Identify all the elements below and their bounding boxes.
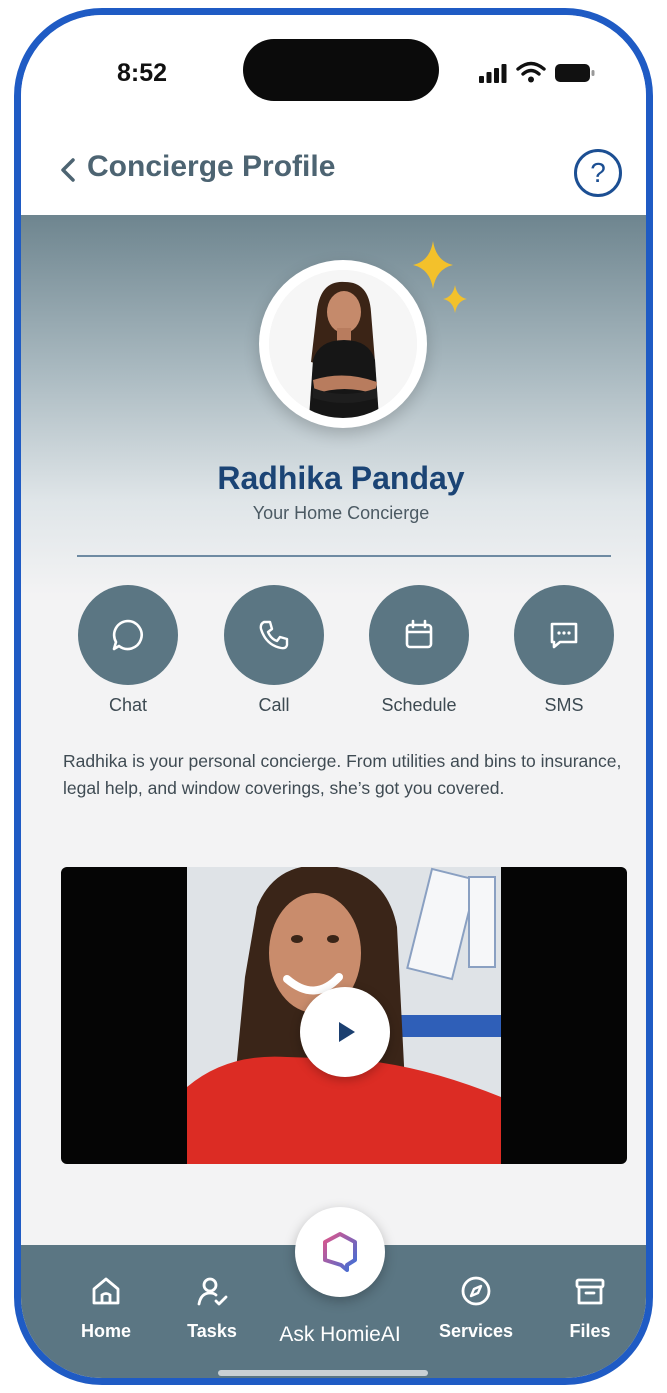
divider [77,555,611,557]
concierge-role: Your Home Concierge [252,503,430,523]
ask-homieai-button[interactable] [295,1207,385,1297]
compass-icon [461,1276,491,1306]
phone-icon [259,620,289,650]
phone-frame: 8:52 Concierge Profile ? Radhika Panday … [14,8,653,1385]
sparkle-icon [413,241,453,289]
signal-icon [479,64,507,83]
profile-hero: Radhika Panday Your Home Concierge [21,215,646,595]
contact-actions: Chat Call Schedule SMS [21,585,646,725]
intro-video[interactable] [61,867,627,1164]
status-time: 8:52 [117,59,168,87]
chat-button[interactable]: Chat [77,585,179,716]
page-title: Concierge Profile [87,150,336,183]
schedule-label: Schedule [381,695,457,715]
tab-home-label: Home [80,1321,131,1341]
avatar [269,270,417,418]
nav-header: Concierge Profile ? [21,125,646,215]
tab-files-label: Files [569,1321,611,1341]
status-bar: 8:52 [21,15,646,125]
calendar-icon [405,619,433,649]
ask-homieai-label: Ask HomieAI [279,1323,401,1346]
tab-services[interactable]: Services [431,1271,521,1342]
concierge-description: Radhika is your personal concierge. From… [63,751,622,798]
archive-icon [575,1278,605,1305]
call-label: Call [258,695,290,715]
tab-services-label: Services [438,1321,514,1341]
tab-tasks-label: Tasks [187,1321,237,1341]
tab-bar: Home Tasks Ask HomieAI Services Files [21,1207,646,1378]
tab-tasks[interactable]: Tasks [167,1271,257,1342]
concierge-name: Radhika Panday [217,460,465,496]
message-icon [550,622,578,649]
avatar-ring [259,260,427,428]
call-button[interactable]: Call [223,585,325,716]
wifi-icon [516,61,546,83]
chat-bubble-icon [112,619,143,651]
battery-icon [555,64,595,82]
homieai-logo [323,1232,357,1272]
sms-button[interactable]: SMS [513,585,615,716]
home-icon [92,1277,120,1305]
dynamic-island [243,39,439,101]
tasks-icon [197,1277,228,1306]
tab-files[interactable]: Files [545,1271,635,1342]
home-indicator [218,1370,428,1376]
schedule-button[interactable]: Schedule [368,585,470,716]
sms-label: SMS [544,695,584,715]
back-chevron-icon[interactable] [57,155,79,185]
question-icon[interactable]: ? [574,149,622,197]
chat-label: Chat [108,695,148,715]
sparkle-small-icon [443,285,467,313]
play-button[interactable] [300,987,390,1077]
play-icon [339,1022,355,1042]
tab-home[interactable]: Home [61,1271,151,1342]
